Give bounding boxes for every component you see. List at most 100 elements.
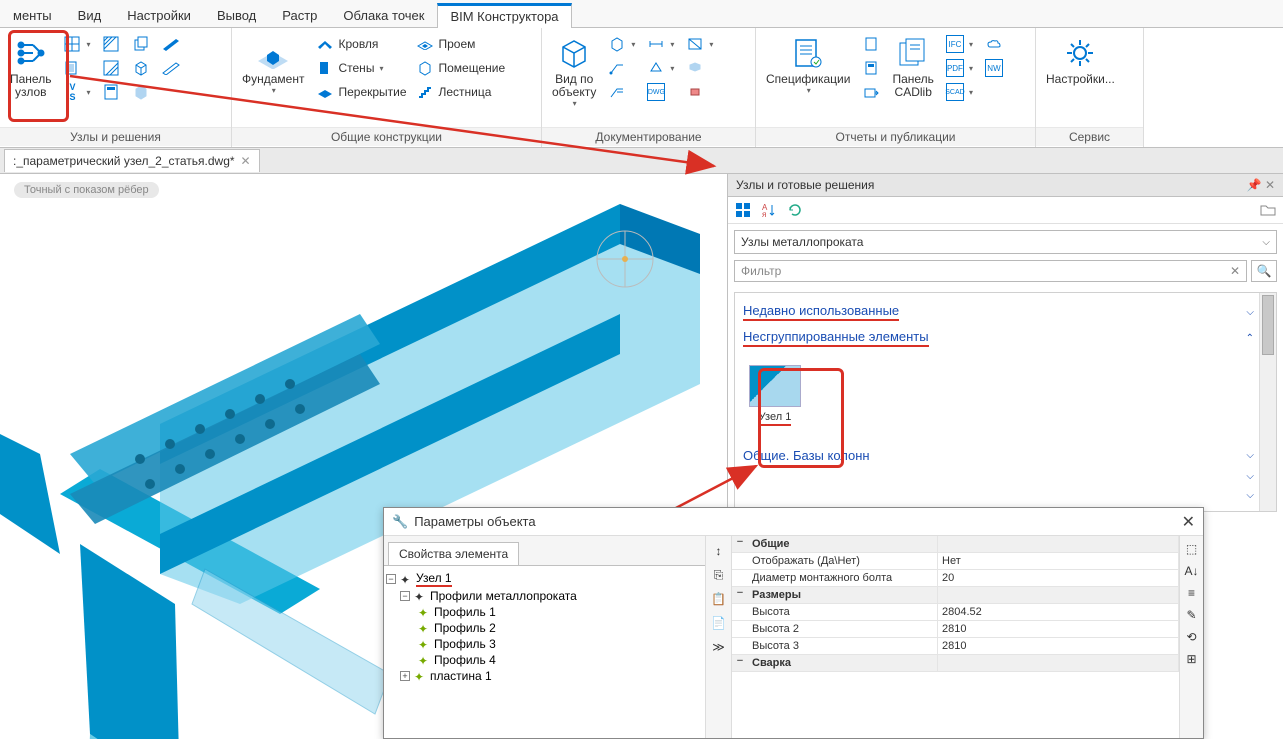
panel-close-icon[interactable]: ✕ bbox=[1265, 178, 1275, 192]
node-thumbnail[interactable]: Узел 1 bbox=[743, 359, 807, 432]
tab-output[interactable]: Вывод bbox=[204, 2, 269, 27]
dialog-close-button[interactable]: ✕ bbox=[1182, 512, 1195, 532]
walls-button[interactable]: Стены▾ bbox=[314, 57, 406, 79]
mid-btn-4[interactable]: 📄 bbox=[710, 614, 728, 632]
doc-btn-2[interactable] bbox=[606, 57, 637, 79]
scroll-thumb[interactable] bbox=[1262, 295, 1274, 355]
scrollbar[interactable] bbox=[1259, 293, 1276, 511]
tree-profile-1[interactable]: Профиль 1 bbox=[434, 605, 496, 619]
sm-btn-11[interactable] bbox=[160, 57, 182, 79]
tab-raster[interactable]: Растр bbox=[269, 2, 330, 27]
sm-btn-5[interactable] bbox=[100, 57, 122, 79]
category-recent[interactable]: Недавно использованные⌵ bbox=[741, 299, 1256, 325]
tab-bim[interactable]: BIM Конструктора bbox=[437, 3, 571, 28]
close-icon[interactable]: ✕ bbox=[241, 154, 251, 168]
category-bases[interactable]: Общие. Базы колонн⌵ bbox=[741, 444, 1256, 467]
collapse-icon[interactable]: − bbox=[386, 574, 396, 584]
collapse-icon[interactable]: − bbox=[732, 536, 748, 552]
document-tab[interactable]: :_параметрический узел_2_статья.dwg* ✕ bbox=[4, 149, 260, 172]
pg-btn-6[interactable]: ⊞ bbox=[1183, 650, 1201, 668]
search-button[interactable]: 🔍 bbox=[1251, 260, 1277, 282]
doc-btn-1[interactable]: ▾ bbox=[606, 33, 637, 55]
settings-button[interactable]: Настройки... bbox=[1040, 31, 1121, 90]
floor-button[interactable]: Перекрытие bbox=[314, 81, 406, 103]
tree-group-profiles[interactable]: Профили металлопроката bbox=[430, 589, 577, 603]
pg-btn-4[interactable]: ✎ bbox=[1183, 606, 1201, 624]
mid-btn-5[interactable]: ≫ bbox=[710, 638, 728, 656]
nw-button[interactable]: NW bbox=[983, 57, 1005, 79]
filter-clear-icon[interactable]: ✕ bbox=[1230, 264, 1240, 278]
sm-btn-7[interactable] bbox=[130, 33, 152, 55]
sm-btn-4[interactable] bbox=[100, 33, 122, 55]
category-more1[interactable]: ⌵ bbox=[741, 467, 1256, 486]
collapse-icon[interactable]: − bbox=[732, 587, 748, 603]
scad-button[interactable]: SCAD▾ bbox=[944, 81, 975, 103]
folder-icon[interactable] bbox=[1259, 201, 1277, 219]
tab-pointclouds[interactable]: Облака точек bbox=[330, 2, 437, 27]
tab-elements[interactable]: менты bbox=[0, 2, 65, 27]
sm-btn-10[interactable] bbox=[160, 33, 182, 55]
tiles-icon[interactable] bbox=[734, 201, 752, 219]
sm-btn-2[interactable] bbox=[61, 57, 92, 79]
tree-plate-1[interactable]: пластина 1 bbox=[430, 669, 492, 683]
rep-btn-2[interactable] bbox=[860, 57, 882, 79]
sm-btn-9[interactable] bbox=[130, 81, 152, 103]
element-tree[interactable]: −✦Узел 1 −✦Профили металлопроката ✦Профи… bbox=[384, 565, 705, 738]
stair-button[interactable]: Лестница bbox=[414, 81, 516, 103]
pg-btn-2[interactable]: A↓ bbox=[1183, 562, 1201, 580]
category-combo[interactable]: Узлы металлопроката ⌵ bbox=[734, 230, 1277, 254]
sm-btn-3[interactable]: VS▾ bbox=[61, 81, 92, 103]
expand-icon[interactable]: + bbox=[400, 671, 410, 681]
rep-btn-1[interactable] bbox=[860, 33, 882, 55]
collapse-icon[interactable]: − bbox=[732, 655, 748, 671]
doc-btn-3[interactable] bbox=[606, 81, 637, 103]
prop-value[interactable]: 2810 bbox=[938, 621, 1179, 637]
tree-profile-2[interactable]: Профиль 2 bbox=[434, 621, 496, 635]
doc-btn-6[interactable]: DWG bbox=[645, 81, 676, 103]
room-button[interactable]: Помещение bbox=[414, 57, 516, 79]
doc-btn-9[interactable] bbox=[684, 81, 715, 103]
prop-value[interactable]: 2804.52 bbox=[938, 604, 1179, 620]
pg-btn-3[interactable]: ≡ bbox=[1183, 584, 1201, 602]
sm-btn-8[interactable] bbox=[130, 57, 152, 79]
tab-settings[interactable]: Настройки bbox=[114, 2, 204, 27]
opening-button[interactable]: Проем bbox=[414, 33, 516, 55]
roof-button[interactable]: Кровля bbox=[314, 33, 406, 55]
cadlib-panel-button[interactable]: Панель CADlib bbox=[886, 31, 939, 103]
prop-value[interactable]: 20 bbox=[938, 570, 1179, 586]
prop-value[interactable]: Нет bbox=[938, 553, 1179, 569]
mid-btn-3[interactable]: 📋 bbox=[710, 590, 728, 608]
nodes-panel-button[interactable]: Панель узлов bbox=[4, 31, 57, 103]
tree-profile-4[interactable]: Профиль 4 bbox=[434, 653, 496, 667]
doc-btn-7[interactable]: ▾ bbox=[684, 33, 715, 55]
view-object-button[interactable]: Вид по объекту▾ bbox=[546, 31, 602, 112]
pdf-button[interactable]: PDF▾ bbox=[944, 57, 975, 79]
category-more2[interactable]: ⌵ bbox=[741, 486, 1256, 505]
pg-btn-5[interactable]: ⟲ bbox=[1183, 628, 1201, 646]
sm-btn-1[interactable]: ▾ bbox=[61, 33, 92, 55]
rep-btn-3[interactable] bbox=[860, 81, 882, 103]
refresh-icon[interactable] bbox=[786, 201, 804, 219]
doc-btn-8[interactable] bbox=[684, 57, 715, 79]
foundation-button[interactable]: Фундамент▾ bbox=[236, 31, 310, 99]
mid-btn-1[interactable]: ↕ bbox=[710, 542, 728, 560]
spec-button[interactable]: Спецификации▾ bbox=[760, 31, 856, 99]
prop-value[interactable]: 2810 bbox=[938, 638, 1179, 654]
pin-icon[interactable]: 📌 bbox=[1247, 178, 1262, 192]
properties-tab[interactable]: Свойства элемента bbox=[388, 542, 519, 565]
collapse-icon[interactable]: − bbox=[400, 591, 410, 601]
property-grid[interactable]: −Общие Отображать (Да\Нет)Нет Диаметр мо… bbox=[732, 536, 1179, 738]
mid-btn-2[interactable]: ⎘ bbox=[710, 566, 728, 584]
sm-btn-6[interactable] bbox=[100, 81, 122, 103]
rep-btn-4[interactable] bbox=[983, 33, 1005, 55]
doc-btn-4[interactable]: ▾ bbox=[645, 33, 676, 55]
tree-root[interactable]: Узел 1 bbox=[416, 571, 452, 587]
filter-input[interactable]: Фильтр ✕ bbox=[734, 260, 1247, 282]
tab-view[interactable]: Вид bbox=[65, 2, 115, 27]
doc-btn-5[interactable]: ▾ bbox=[645, 57, 676, 79]
sort-icon[interactable]: Aя bbox=[760, 201, 778, 219]
ifc-button[interactable]: IFC▾ bbox=[944, 33, 975, 55]
tree-profile-3[interactable]: Профиль 3 bbox=[434, 637, 496, 651]
pg-btn-1[interactable]: ⬚ bbox=[1183, 540, 1201, 558]
category-ungrouped[interactable]: Несгруппированные элементы⌃ bbox=[741, 325, 1256, 351]
